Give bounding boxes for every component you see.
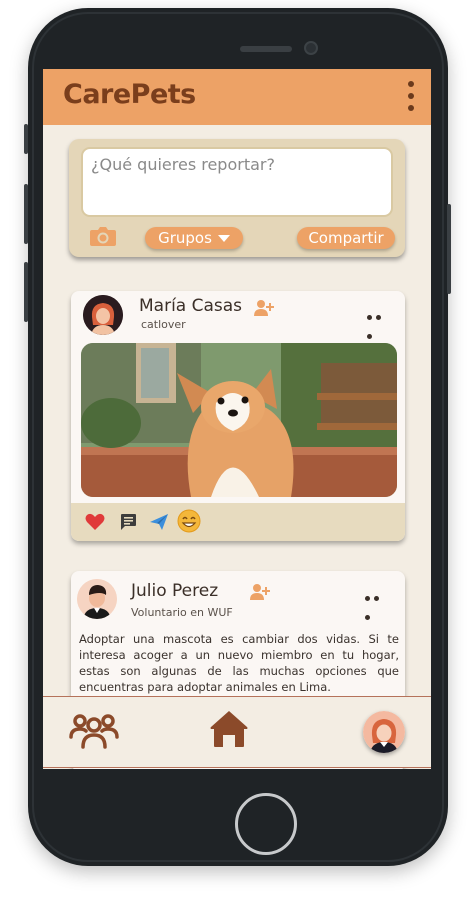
report-input[interactable]: ¿Qué quieres reportar? [81, 147, 393, 217]
post-author-subtitle: catlover [141, 318, 186, 331]
post-author-subtitle: Voluntario en WUF [131, 606, 233, 619]
comment-icon[interactable] [119, 513, 137, 531]
add-friend-icon[interactable] [249, 583, 271, 601]
avatar[interactable] [77, 579, 117, 619]
send-icon[interactable] [149, 513, 169, 531]
groups-dropdown[interactable]: Grupos [145, 227, 243, 249]
app-title: CarePets [63, 79, 196, 110]
camera-icon[interactable] [89, 225, 117, 247]
add-friend-icon[interactable] [253, 299, 275, 317]
post-card: María Casas catlover [71, 291, 405, 541]
more-vertical-icon[interactable] [407, 81, 415, 115]
post-photo[interactable] [81, 343, 397, 497]
more-icon[interactable] [365, 586, 391, 620]
post-actions-bar [71, 503, 405, 541]
post-text: Adoptar una mascota es cambiar dos vidas… [79, 632, 399, 694]
volume-up-button [24, 184, 28, 244]
more-icon[interactable] [367, 305, 393, 339]
power-button [447, 204, 451, 294]
groups-icon[interactable] [69, 711, 119, 751]
chevron-down-icon [217, 235, 230, 242]
bottom-navigation [43, 696, 431, 768]
avatar[interactable] [83, 295, 123, 335]
app-bar: CarePets [43, 69, 431, 125]
volume-down-button [24, 262, 28, 322]
app-screen: CarePets ¿Qué quieres reportar? Grupos C… [43, 69, 431, 769]
front-camera [304, 41, 318, 55]
heart-icon[interactable] [85, 513, 105, 531]
post-author-name[interactable]: María Casas [139, 296, 242, 316]
smile-icon[interactable] [177, 509, 201, 533]
post-author-name[interactable]: Julio Perez [131, 581, 218, 601]
home-icon[interactable] [209, 709, 249, 749]
home-hardware-button[interactable] [235, 793, 297, 855]
groups-label: Grupos [158, 229, 212, 247]
mute-switch [24, 124, 28, 154]
profile-avatar[interactable] [363, 711, 405, 753]
speaker-grille [240, 46, 292, 52]
share-button[interactable]: Compartir [297, 227, 395, 249]
report-composer: ¿Qué quieres reportar? Grupos Compartir [69, 139, 405, 257]
